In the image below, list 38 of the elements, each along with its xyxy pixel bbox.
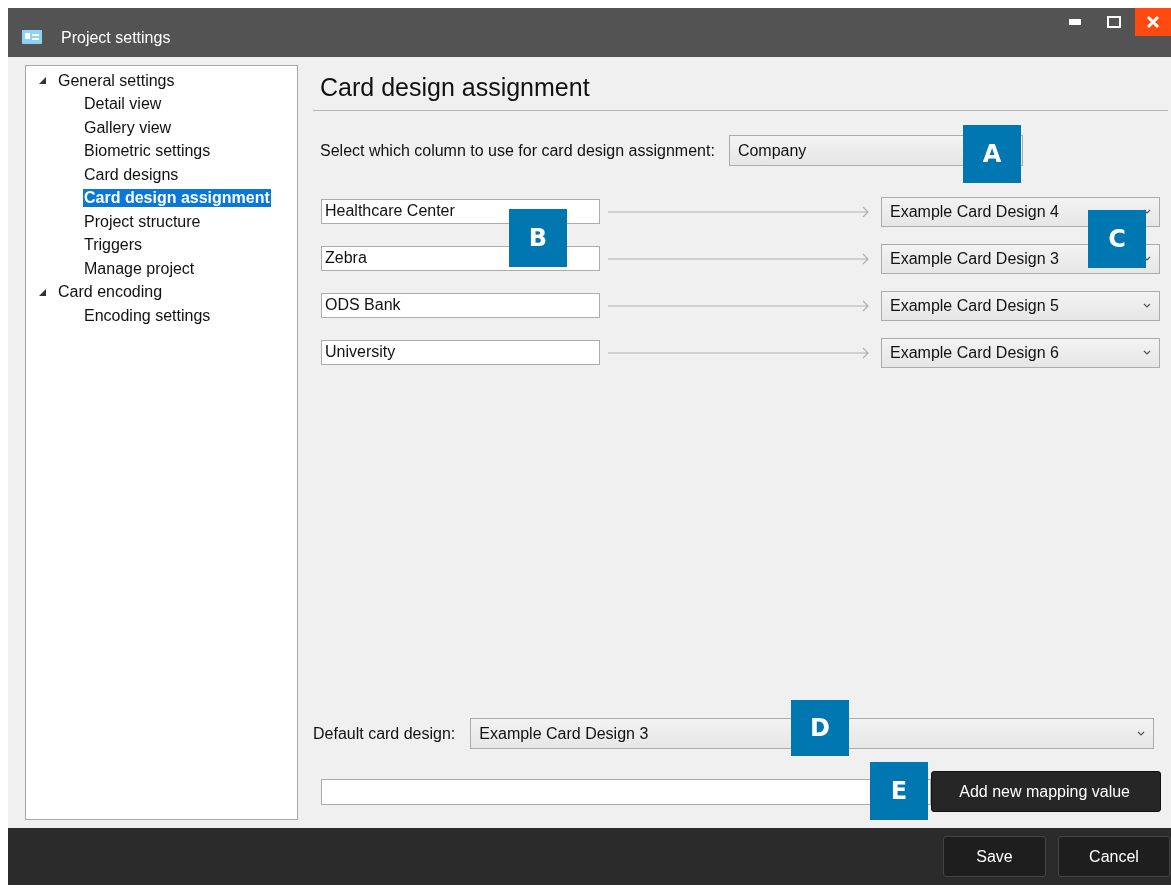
tree-item[interactable]: Gallery view: [83, 118, 173, 137]
tree-item[interactable]: Encoding settings: [83, 306, 212, 325]
tree-item[interactable]: Project structure: [83, 212, 202, 231]
collapse-triangle-icon[interactable]: [38, 76, 47, 86]
footer-button[interactable]: Save: [943, 836, 1046, 877]
tree-item[interactable]: Manage project: [83, 259, 196, 278]
id-card-icon: [22, 29, 42, 44]
tree-item[interactable]: Card design assignment: [83, 189, 271, 208]
design-dropdown[interactable]: Example Card Design 6: [881, 337, 1160, 368]
callout-tooltip: E: [870, 762, 928, 820]
column-label: Select which column to use for card design assignment:: [320, 141, 715, 160]
window-title: Project settings: [61, 28, 171, 47]
close-button[interactable]: [1135, 8, 1171, 36]
value-field[interactable]: ODS Bank: [321, 293, 600, 318]
design-dropdown[interactable]: Example Card Design 5: [881, 290, 1160, 321]
tree-item[interactable]: Card designs: [83, 165, 180, 184]
caret-icon: [1143, 303, 1151, 308]
callout-tooltip: C: [1088, 210, 1146, 268]
tree-item[interactable]: Detail view: [83, 95, 163, 114]
add-mapping-button[interactable]: Add new mapping value: [931, 771, 1161, 812]
maximize-icon: [1107, 16, 1121, 28]
collapse-triangle-icon[interactable]: [38, 287, 47, 297]
footer-button[interactable]: Cancel: [1058, 836, 1170, 877]
new-value-field[interactable]: [321, 778, 931, 805]
caret-icon: [1137, 731, 1146, 736]
tree-item[interactable]: Card encoding: [57, 283, 164, 302]
tree-item[interactable]: Biometric settings: [83, 142, 212, 161]
minimize-icon: [1069, 19, 1081, 25]
value-field[interactable]: University: [321, 340, 600, 365]
callout-tooltip: A: [963, 125, 1021, 183]
tree-item[interactable]: General settings: [57, 71, 176, 90]
caret-icon: [1143, 350, 1151, 355]
callout-tooltip: D: [791, 700, 849, 756]
tree-item[interactable]: Triggers: [83, 236, 144, 255]
default-design-label: Default card design:: [313, 724, 456, 743]
page-heading: Card design assignment: [313, 57, 1168, 111]
close-icon: [1146, 15, 1160, 29]
callout-tooltip: B: [509, 209, 567, 267]
